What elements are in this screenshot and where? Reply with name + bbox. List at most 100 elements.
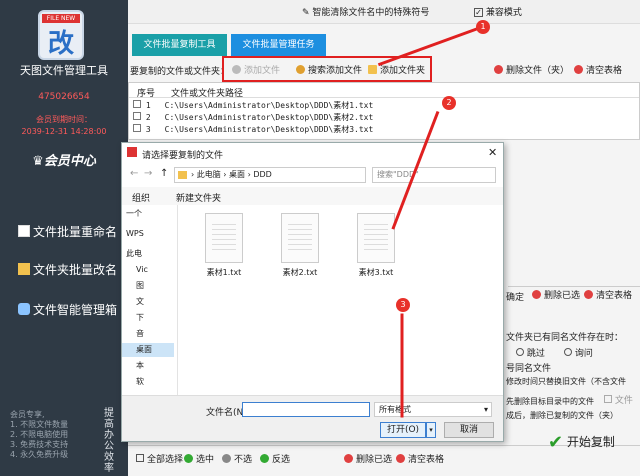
delete-copied-option[interactable]: 成后，删除已复制的文件（夹） xyxy=(506,410,618,421)
table-row[interactable]: 3 C:\Users\Administrator\Desktop\DDD\素材3.… xyxy=(133,124,373,135)
text-file-icon xyxy=(205,213,243,263)
delete-icon xyxy=(494,64,503,74)
row-checkbox[interactable] xyxy=(133,112,141,120)
file-table: 序号 文件或文件夹路径 1 C:\Users\Administrator\Desk… xyxy=(128,82,640,140)
radio-icon xyxy=(516,348,524,356)
nav-item[interactable]: 一个 xyxy=(126,207,142,221)
folder-checkbox[interactable]: 文件 xyxy=(604,393,633,406)
sidebar-item-smart-manager[interactable]: 文件智能管理箱 xyxy=(18,300,128,320)
nav-item[interactable]: 本 xyxy=(136,359,144,373)
ask-radio[interactable]: 询问 xyxy=(564,346,593,359)
delete-target-option[interactable]: 先删除目标目录中的文件 xyxy=(506,396,594,407)
nav-item[interactable]: 下 xyxy=(136,311,144,325)
nav-item[interactable]: 音 xyxy=(136,327,144,341)
file-item[interactable]: 素材1.txt xyxy=(194,213,254,278)
skip-radio[interactable]: 跳过 xyxy=(516,346,545,359)
folder-icon xyxy=(178,171,187,179)
invert-icon xyxy=(260,453,269,463)
open-button[interactable]: 打开(O) xyxy=(380,422,426,438)
folder-icon xyxy=(18,263,30,275)
document-icon xyxy=(18,225,30,237)
checkmark-icon: ✔ xyxy=(548,432,564,453)
annotation-arrow-3 xyxy=(400,313,404,418)
step-badge-2: 2 xyxy=(442,96,456,110)
breadcrumb[interactable]: › 此电脑 › 桌面 › DDD xyxy=(174,167,366,183)
promo-text: 会员专享, 1. 不限文件数量 2. 不限电脑使用 3. 免费技术支持 4. 永久免费升… xyxy=(10,410,69,459)
annotation-highlight-box xyxy=(222,56,432,82)
app-name: 天图文件管理工具 xyxy=(20,64,108,77)
text-file-icon xyxy=(281,213,319,263)
row-checkbox[interactable] xyxy=(133,100,141,108)
cancel-button[interactable]: 取消 xyxy=(444,422,494,438)
file-open-dialog: 请选择要复制的文件 ✕ ← → ↑ › 此电脑 › 桌面 › DDD 搜索"DD… xyxy=(121,142,504,442)
toolbar-label: 要复制的文件或文件夹： xyxy=(130,67,230,77)
nav-item[interactable]: WPS xyxy=(126,227,144,241)
filename-input[interactable] xyxy=(242,402,370,417)
dialog-titlebar: 请选择要复制的文件 ✕ xyxy=(122,143,503,163)
toolbox-icon xyxy=(18,303,30,315)
dialog-nav-pane: 一个 WPS 此电 Vic 图 文 下 音 桌面 本 软 xyxy=(122,205,178,395)
logo-char-icon: 改 xyxy=(48,29,75,59)
qq-number: 475026654 xyxy=(38,92,90,102)
filetype-select[interactable]: 所有格式 ▾ xyxy=(374,402,492,417)
delete-selected-button[interactable]: 删除已选 xyxy=(532,286,580,302)
checkbox-checked-icon: ✓ xyxy=(474,8,483,17)
nav-item[interactable]: 此电 xyxy=(126,247,142,261)
nav-item[interactable]: 图 xyxy=(136,279,144,293)
clear-table-button[interactable]: 清空表格 xyxy=(574,61,622,77)
start-copy-button[interactable]: ✔ 开始复制 xyxy=(548,432,615,453)
text-file-icon xyxy=(357,213,395,263)
search-input[interactable]: 搜索"DDD" xyxy=(372,167,496,183)
app-logo: FILE NEW 改 xyxy=(38,10,84,60)
member-center-button[interactable]: ♛会员中心 xyxy=(0,150,128,169)
file-item[interactable]: 素材2.txt xyxy=(270,213,330,278)
close-icon[interactable]: ✕ xyxy=(488,146,497,159)
modify-time-option[interactable]: 修改时间只替换旧文件（不含文件 xyxy=(506,376,626,387)
close-icon xyxy=(584,289,593,299)
tab-file-copy[interactable]: 文件批量复制工具 xyxy=(132,34,227,56)
nav-item[interactable]: 软 xyxy=(136,375,144,389)
same-name-option[interactable]: 号同名文件 xyxy=(506,361,551,374)
file-item[interactable]: 素材3.txt xyxy=(346,213,406,278)
organize-menu[interactable]: 组织 xyxy=(132,191,150,204)
select-all-checkbox[interactable]: 全部选择 xyxy=(136,450,183,466)
delete-files-button[interactable]: 删除文件（夹） xyxy=(494,61,569,77)
table-row[interactable]: 2 C:\Users\Administrator\Desktop\DDD\素材2.… xyxy=(133,112,373,123)
member-time: 2039-12-31 14:28:00 xyxy=(21,127,107,136)
radio-icon xyxy=(564,348,572,356)
tab-bar: 文件批量复制工具 文件批量管理任务 xyxy=(128,24,640,56)
unselect-button[interactable]: 不选 xyxy=(222,450,252,466)
select-button[interactable]: 选中 xyxy=(184,450,214,466)
nav-item-desktop[interactable]: 桌面 xyxy=(122,343,174,357)
anchor-icon xyxy=(222,453,231,463)
top-bar: ✎ 智能清除文件名中的特殊符号 ✓ 兼容模式 xyxy=(128,0,640,24)
table-row[interactable]: 1 C:\Users\Administrator\Desktop\DDD\素材1.… xyxy=(133,100,373,111)
sidebar-item-folder-rename[interactable]: 文件夹批量改名 xyxy=(18,260,128,280)
new-folder-button[interactable]: 新建文件夹 xyxy=(176,191,221,204)
clear-table-bottom-button[interactable]: 清空表格 xyxy=(396,450,444,466)
nav-item[interactable]: 文 xyxy=(136,295,144,309)
row-checkbox[interactable] xyxy=(133,124,141,132)
delete-icon xyxy=(344,453,353,463)
promo-side-text: 提高办公效率 xyxy=(104,408,114,474)
delete-selected-bottom-button[interactable]: 删除已选 xyxy=(344,450,392,466)
compat-mode-checkbox[interactable]: ✓ 兼容模式 xyxy=(474,5,522,18)
forward-arrow-icon[interactable]: → xyxy=(144,168,152,179)
invert-button[interactable]: 反选 xyxy=(260,450,290,466)
checkbox-icon xyxy=(604,395,612,403)
nav-item[interactable]: Vic xyxy=(136,263,148,277)
back-arrow-icon[interactable]: ← xyxy=(130,168,138,179)
sidebar-item-rename[interactable]: 文件批量重命名 xyxy=(18,222,128,242)
member-time-label: 会员到期时间： xyxy=(36,115,92,124)
up-arrow-icon[interactable]: ↑ xyxy=(160,168,168,179)
tab-file-manage[interactable]: 文件批量管理任务 xyxy=(231,34,326,56)
crown-icon: ♛ xyxy=(32,154,44,169)
confirm-button[interactable]: 确定 xyxy=(506,290,524,303)
step-badge-3: 3 xyxy=(396,298,410,312)
check-icon xyxy=(184,453,193,463)
open-dropdown-icon[interactable]: ▾ xyxy=(426,422,436,438)
clear-special-button[interactable]: ✎ 智能清除文件名中的特殊符号 xyxy=(302,5,429,18)
close-icon xyxy=(396,453,405,463)
clear-table-button-right[interactable]: 清空表格 xyxy=(584,286,632,302)
brush-icon: ✎ xyxy=(302,8,310,18)
